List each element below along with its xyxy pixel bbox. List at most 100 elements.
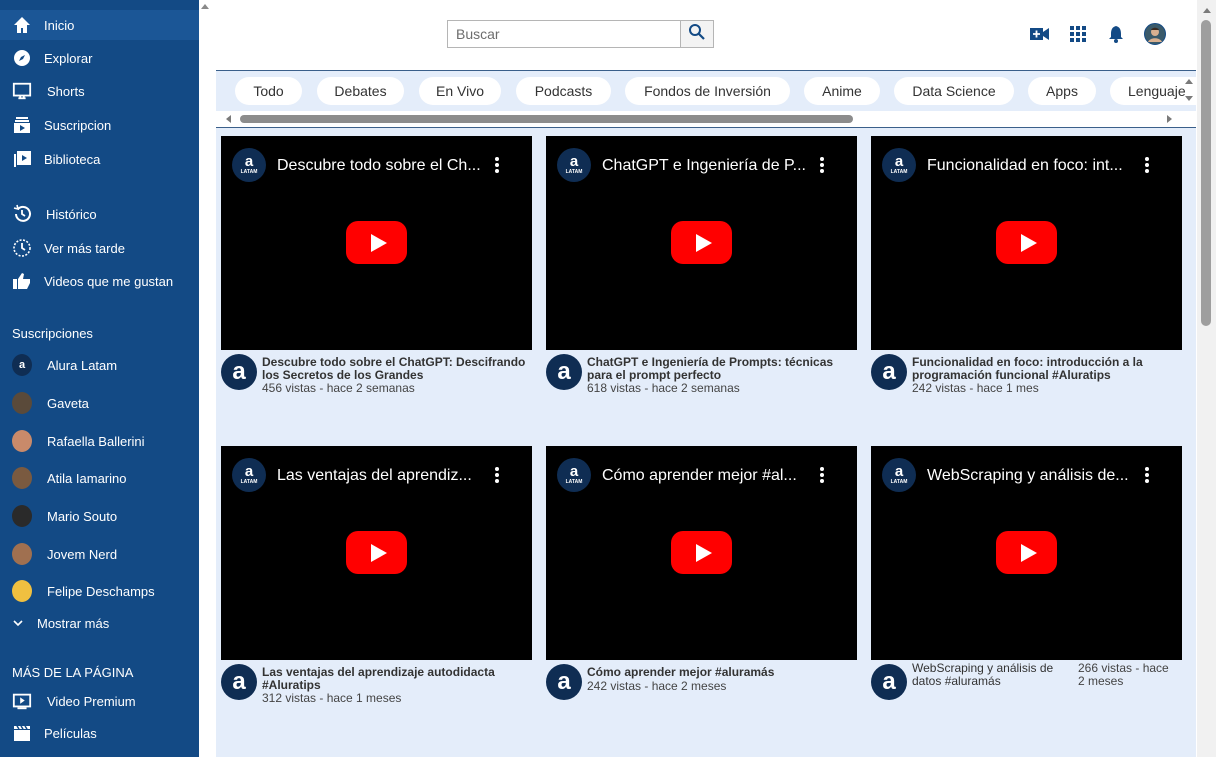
more-options-icon[interactable] bbox=[493, 154, 501, 176]
chip-data-science[interactable]: Data Science bbox=[894, 77, 1014, 105]
channel-avatar[interactable]: a bbox=[221, 664, 257, 700]
chip-anime[interactable]: Anime bbox=[804, 77, 880, 105]
show-more-button[interactable]: Mostrar más bbox=[0, 608, 199, 638]
home-icon bbox=[12, 15, 32, 35]
avatar bbox=[12, 467, 32, 489]
sidebar-item-label: Felipe Deschamps bbox=[47, 583, 155, 599]
scrollbar-thumb[interactable] bbox=[240, 115, 853, 123]
scroll-right-arrow[interactable] bbox=[1167, 115, 1172, 123]
scroll-left-arrow[interactable] bbox=[226, 115, 231, 123]
channel-logo[interactable]: a LATAM bbox=[882, 148, 916, 182]
video-player[interactable]: a LATAM Cómo aprender mejor #al... bbox=[546, 446, 857, 660]
chips-scroll-down-arrow[interactable] bbox=[1185, 96, 1193, 101]
sidebar-item-video-premium[interactable]: Video Premium bbox=[0, 686, 199, 716]
sidebar-sub-alura-latam[interactable]: a Alura Latam bbox=[0, 350, 199, 380]
sidebar-item-historico[interactable]: Histórico bbox=[0, 199, 199, 229]
channel-avatar[interactable]: a bbox=[221, 354, 257, 390]
more-options-icon[interactable] bbox=[493, 464, 501, 486]
chip-debates[interactable]: Debates bbox=[317, 77, 404, 105]
video-title[interactable]: WebScraping y análisis de datos #aluramá… bbox=[912, 662, 1067, 687]
sidebar-sub-gaveta[interactable]: Gaveta bbox=[0, 388, 199, 418]
video-player[interactable]: a LATAM Funcionalidad en foco: int... bbox=[871, 136, 1182, 350]
more-heading: MÁS DE LA PÁGINA bbox=[12, 665, 134, 680]
channel-avatar[interactable]: a bbox=[546, 664, 582, 700]
channel-avatar[interactable]: a bbox=[871, 354, 907, 390]
scrollbar-thumb[interactable] bbox=[1201, 20, 1211, 326]
sidebar-sub-rafaella-ballerini[interactable]: Rafaella Ballerini bbox=[0, 426, 199, 456]
chip-todo[interactable]: Todo bbox=[235, 77, 302, 105]
video-player[interactable]: a LATAM Las ventajas del aprendiz... bbox=[221, 446, 532, 660]
search-input[interactable]: Buscar bbox=[447, 20, 681, 48]
play-button[interactable] bbox=[671, 221, 732, 264]
more-options-icon[interactable] bbox=[1143, 464, 1151, 486]
player-title[interactable]: Funcionalidad en foco: int... bbox=[927, 157, 1139, 175]
channel-avatar[interactable]: a bbox=[546, 354, 582, 390]
apps-grid-icon[interactable] bbox=[1066, 22, 1090, 46]
sidebar-item-biblioteca[interactable]: Biblioteca bbox=[0, 144, 199, 174]
play-button[interactable] bbox=[346, 221, 407, 264]
bell-icon[interactable] bbox=[1104, 22, 1128, 46]
play-button[interactable] bbox=[671, 531, 732, 574]
play-button[interactable] bbox=[996, 531, 1057, 574]
player-title[interactable]: Las ventajas del aprendiz... bbox=[277, 467, 489, 485]
video-player[interactable]: a LATAM WebScraping y análisis de... bbox=[871, 446, 1182, 660]
channel-logo[interactable]: a LATAM bbox=[557, 148, 591, 182]
channel-logo[interactable]: a LATAM bbox=[232, 458, 266, 492]
channel-avatar[interactable]: a bbox=[871, 664, 907, 700]
avatar bbox=[12, 392, 32, 414]
play-icon bbox=[370, 233, 387, 252]
chip-fondos-de-inversion[interactable]: Fondos de Inversión bbox=[625, 77, 790, 105]
video-title[interactable]: Las ventajas del aprendizaje autodidacta… bbox=[262, 666, 530, 691]
avatar[interactable] bbox=[1143, 22, 1167, 46]
vertical-scrollbar[interactable] bbox=[1197, 0, 1216, 757]
play-icon bbox=[695, 233, 712, 252]
chip-apps[interactable]: Apps bbox=[1028, 77, 1096, 105]
channel-logo[interactable]: a LATAM bbox=[882, 458, 916, 492]
play-button[interactable] bbox=[996, 221, 1057, 264]
sidebar-item-peliculas[interactable]: Películas bbox=[0, 718, 199, 748]
player-title[interactable]: Descubre todo sobre el Ch... bbox=[277, 157, 489, 175]
video-title[interactable]: Cómo aprender mejor #aluramás bbox=[587, 666, 855, 679]
more-options-icon[interactable] bbox=[818, 464, 826, 486]
video-title[interactable]: Descubre todo sobre el ChatGPT: Descifra… bbox=[262, 356, 530, 381]
logo-letter: a bbox=[244, 153, 254, 170]
video-player[interactable]: a LATAM Descubre todo sobre el Ch... bbox=[221, 136, 532, 350]
chips-scroll-up-arrow[interactable] bbox=[1185, 79, 1193, 84]
video-title[interactable]: Funcionalidad en foco: introducción a la… bbox=[912, 356, 1180, 381]
play-button[interactable] bbox=[346, 531, 407, 574]
channel-logo[interactable]: a LATAM bbox=[232, 148, 266, 182]
search-button[interactable] bbox=[681, 20, 714, 48]
more-options-icon[interactable] bbox=[1143, 154, 1151, 176]
chip-en-vivo[interactable]: En Vivo bbox=[419, 77, 501, 105]
create-video-icon[interactable] bbox=[1028, 22, 1052, 46]
chip-lenguaje[interactable]: Lenguaje bbox=[1110, 77, 1196, 105]
shorts-icon bbox=[12, 81, 32, 101]
logo-letter: a bbox=[244, 463, 254, 480]
scroll-up-arrow[interactable] bbox=[201, 4, 209, 9]
sidebar-item-videos-que-me-gustan[interactable]: Videos que me gustan bbox=[0, 266, 199, 296]
sidebar-item-inicio[interactable]: Inicio bbox=[0, 10, 199, 40]
player-title[interactable]: WebScraping y análisis de... bbox=[927, 467, 1139, 485]
video-stats: 242 vistas - hace 1 mes bbox=[912, 381, 1039, 395]
video-player[interactable]: a LATAM ChatGPT e Ingeniería de P... bbox=[546, 136, 857, 350]
more-options-icon[interactable] bbox=[818, 154, 826, 176]
sidebar-item-ver-mas-tarde[interactable]: Ver más tarde bbox=[0, 233, 199, 263]
video-title[interactable]: ChatGPT e Ingeniería de Prompts: técnica… bbox=[587, 356, 855, 381]
chips-horizontal-scrollbar[interactable] bbox=[216, 111, 1196, 127]
sidebar-sub-jovem-nerd[interactable]: Jovem Nerd bbox=[0, 539, 199, 569]
sidebar-item-label: Jovem Nerd bbox=[47, 546, 118, 562]
sidebar-item-label: Inicio bbox=[44, 17, 75, 33]
sidebar-sub-atila-iamarino[interactable]: Atila Iamarino bbox=[0, 463, 199, 493]
sidebar-item-shorts[interactable]: Shorts bbox=[0, 76, 199, 106]
logo-letter: a bbox=[894, 463, 904, 480]
scroll-up-arrow[interactable] bbox=[1203, 8, 1211, 13]
channel-logo[interactable]: a LATAM bbox=[557, 458, 591, 492]
logo-tag: LATAM bbox=[890, 479, 908, 485]
sidebar-item-suscripcion[interactable]: Suscripcion bbox=[0, 110, 199, 140]
sidebar-sub-mario-souto[interactable]: Mario Souto bbox=[0, 501, 199, 531]
sidebar-item-explorar[interactable]: Explorar bbox=[0, 43, 199, 73]
chip-podcasts[interactable]: Podcasts bbox=[516, 77, 611, 105]
player-title[interactable]: ChatGPT e Ingeniería de P... bbox=[602, 157, 814, 175]
player-title[interactable]: Cómo aprender mejor #al... bbox=[602, 467, 814, 485]
sidebar-sub-felipe-deschamps[interactable]: Felipe Deschamps bbox=[0, 576, 199, 606]
